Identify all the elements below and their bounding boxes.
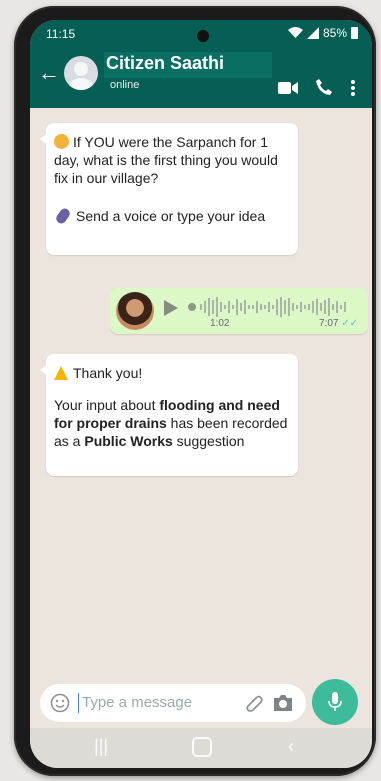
text-cursor xyxy=(78,693,79,713)
battery-percent: 85% xyxy=(322,26,347,40)
microphone-emoji-icon xyxy=(54,206,72,226)
message-input[interactable]: Type a message xyxy=(40,684,306,722)
phone-call-icon[interactable] xyxy=(315,78,333,96)
voice-duration: 1:02 xyxy=(210,318,230,329)
bubble-tail xyxy=(40,133,48,145)
message-question: If YOU were the Sarpanch for 1 day, what… xyxy=(54,134,278,186)
read-receipt-icon: ✓✓ xyxy=(341,318,358,329)
chat-screen: 11:15 85% ← Citizen Saathi online If YOU… xyxy=(30,20,372,768)
confirmation-text: Your input about flooding and need for p… xyxy=(54,396,290,450)
voice-record-button[interactable] xyxy=(312,679,358,725)
more-options-icon[interactable] xyxy=(350,79,356,97)
message-cta: Send a voice or type your idea xyxy=(54,206,292,226)
home-icon[interactable] xyxy=(192,737,212,757)
signal-icon xyxy=(306,27,319,39)
incoming-message: Thank you! Your input about flooding and… xyxy=(40,354,298,476)
thinking-emoji-icon xyxy=(54,134,69,149)
android-nav-bar: ||| ‹ xyxy=(30,728,372,768)
confirmation-part: Your input about xyxy=(54,397,160,413)
category-highlight: Public Works xyxy=(84,433,173,449)
back-arrow-icon[interactable]: ← xyxy=(38,62,60,84)
battery-icon xyxy=(351,27,358,39)
status-icons: 85% xyxy=(287,26,358,40)
camera-icon[interactable] xyxy=(272,693,294,713)
thanks-text: Thank you! xyxy=(73,365,143,381)
contact-avatar[interactable] xyxy=(64,56,98,90)
recent-apps-icon[interactable]: ||| xyxy=(94,736,108,757)
front-camera xyxy=(197,30,209,42)
back-nav-icon[interactable]: ‹ xyxy=(288,736,294,757)
chat-header: ← Citizen Saathi online xyxy=(30,50,372,108)
status-time: 11:15 xyxy=(46,27,76,41)
message-body: Thank you! Your input about flooding and… xyxy=(54,364,290,450)
confirmation-part: suggestion xyxy=(172,433,245,449)
chat-title[interactable]: Citizen Saathi xyxy=(106,53,224,74)
message-placeholder: Type a message xyxy=(82,694,193,711)
message-composer: Type a message xyxy=(30,675,372,727)
play-icon[interactable] xyxy=(164,300,178,316)
sender-avatar xyxy=(116,292,154,330)
message-body: If YOU were the Sarpanch for 1 day, what… xyxy=(54,133,292,226)
folded-hands-emoji-icon xyxy=(54,366,68,380)
audio-waveform[interactable] xyxy=(188,296,358,318)
thanks-line: Thank you! xyxy=(54,364,290,382)
chat-status: online xyxy=(110,79,140,91)
wifi-icon xyxy=(287,27,303,38)
message-list: If YOU were the Sarpanch for 1 day, what… xyxy=(30,108,372,673)
voice-time: 7:07 xyxy=(318,318,339,329)
status-bar: 11:15 85% xyxy=(30,20,372,50)
video-call-icon[interactable] xyxy=(278,81,298,95)
attachment-icon[interactable] xyxy=(244,693,264,713)
message-text: If YOU were the Sarpanch for 1 day, what… xyxy=(54,133,292,187)
outgoing-voice-message: 1:02 7:07 ✓✓ xyxy=(110,288,368,334)
voice-timestamp: 7:07 ✓✓ xyxy=(319,318,358,329)
emoji-icon[interactable] xyxy=(50,693,70,713)
cta-text: Send a voice or type your idea xyxy=(76,208,266,224)
bubble-tail xyxy=(40,364,48,376)
microphone-icon xyxy=(328,692,342,711)
incoming-message: If YOU were the Sarpanch for 1 day, what… xyxy=(40,123,298,255)
